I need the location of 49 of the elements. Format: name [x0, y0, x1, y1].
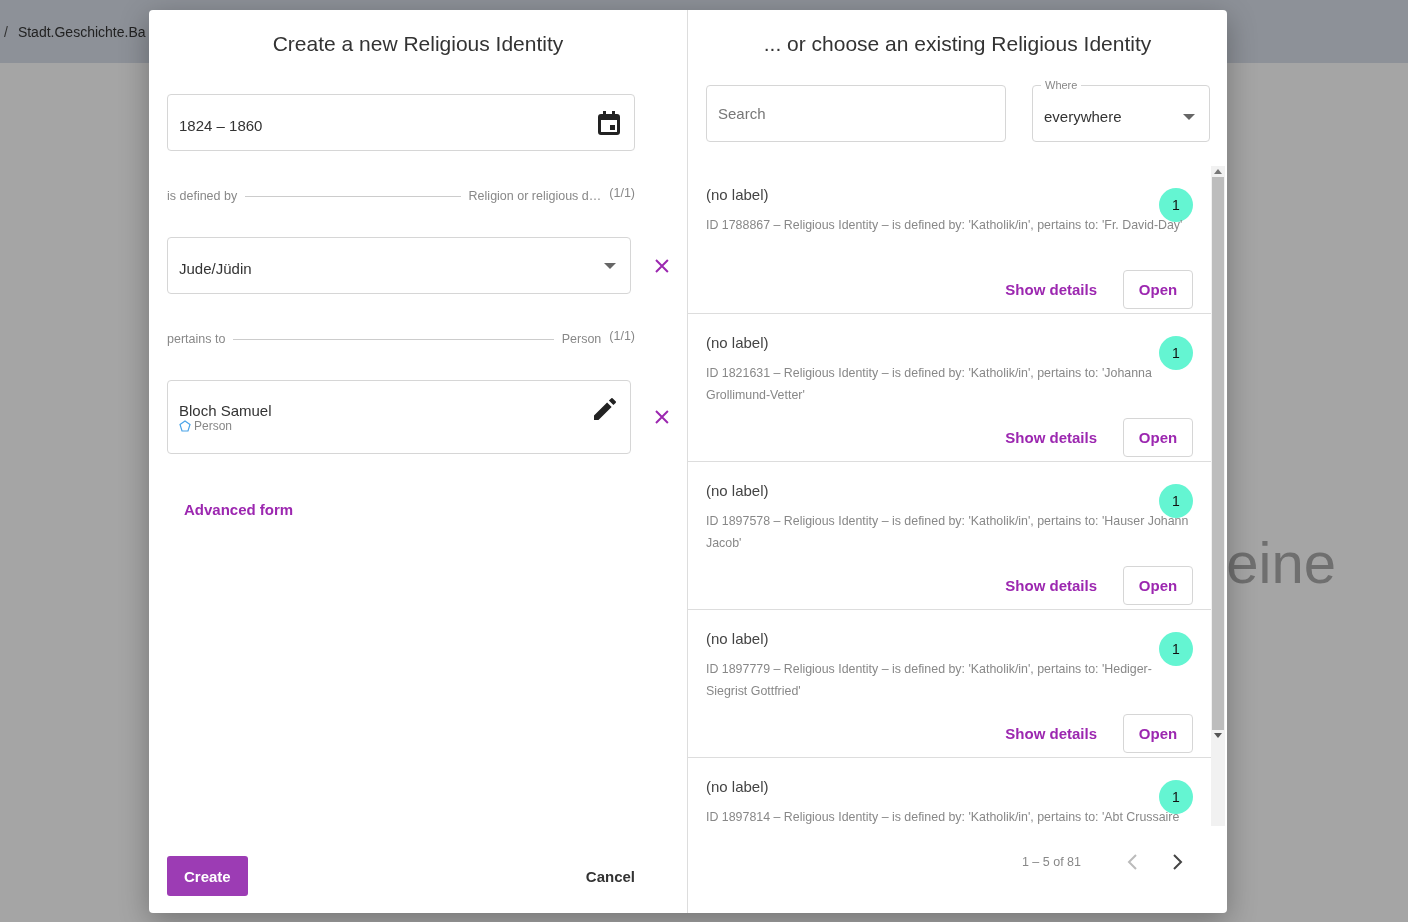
calendar-icon[interactable] [598, 110, 620, 135]
count-badge: 1 [1159, 780, 1193, 814]
entity-type: Person [194, 418, 233, 433]
count-badge: 1 [1159, 632, 1193, 666]
show-details-button[interactable]: Show details [997, 423, 1105, 452]
scroll-up-icon[interactable] [1214, 169, 1222, 174]
dropdown-caret-icon[interactable] [604, 262, 617, 269]
result-description: ID 1897779 – Religious Identity – is defined by: 'Katholik/in', pertains to: 'Hediger-Siegrist Gottfried' [706, 661, 1153, 700]
open-button[interactable]: Open [1123, 270, 1193, 309]
edit-icon[interactable] [594, 398, 617, 420]
count-badge: 1 [1159, 336, 1193, 370]
count-label: (1/1) [609, 329, 635, 343]
open-button[interactable]: Open [1123, 418, 1193, 457]
result-title: (no label) [706, 334, 769, 351]
panel-title: Create a new Religious Identity [271, 32, 565, 56]
cancel-button[interactable]: Cancel [575, 861, 645, 891]
breadcrumb-link[interactable]: Stadt.Geschichte.Ba [17, 23, 146, 40]
target-class: Person [561, 332, 602, 346]
result-title: (no label) [706, 630, 769, 647]
create-button[interactable]: Create [167, 856, 248, 896]
result-title: (no label) [706, 186, 769, 203]
next-page-icon[interactable] [1173, 854, 1183, 870]
breadcrumb-separator: / [4, 23, 8, 40]
show-details-button[interactable]: Show details [997, 275, 1105, 304]
open-button[interactable]: Open [1123, 714, 1193, 753]
result-description: ID 1821631 – Religious Identity – is defined by: 'Katholik/in', pertains to: 'Johanna Grollimund-Vetter' [706, 365, 1153, 404]
remove-icon[interactable] [655, 258, 669, 273]
count-label: (1/1) [609, 186, 635, 200]
search-field[interactable]: Search [706, 85, 1006, 142]
entity-field[interactable]: Bloch Samuel Person [167, 380, 632, 454]
date-field[interactable]: 1824 – 1860 [167, 94, 635, 151]
select-field[interactable]: Jude/Jüdin [167, 237, 632, 294]
relation-label: pertains to [167, 332, 226, 346]
dropdown-caret-icon[interactable] [1183, 113, 1195, 120]
result-title: (no label) [706, 482, 769, 499]
show-details-button[interactable]: Show details [997, 719, 1105, 748]
open-button[interactable]: Open [1123, 566, 1193, 605]
result-title: (no label) [706, 778, 769, 795]
panel-title: ... or choose an existing Religious Identity [762, 32, 1153, 56]
remove-icon[interactable] [655, 410, 669, 424]
page-range: 1 – 5 of 81 [1021, 855, 1081, 869]
scroll-down-icon[interactable] [1214, 733, 1222, 738]
show-details-button[interactable]: Show details [997, 571, 1105, 600]
entity-name: Bloch Samuel [179, 401, 272, 419]
scrollbar[interactable] [1211, 166, 1225, 826]
relation-label: is defined by [167, 189, 238, 203]
pentagon-icon [179, 419, 191, 432]
target-class: Religion or religious d… [468, 189, 602, 203]
advanced-form-link[interactable]: Advanced form [184, 501, 669, 518]
